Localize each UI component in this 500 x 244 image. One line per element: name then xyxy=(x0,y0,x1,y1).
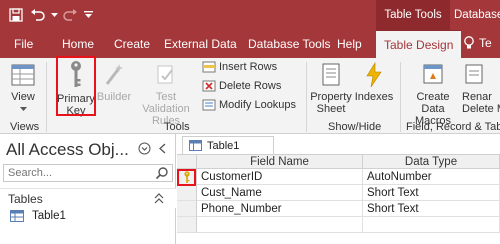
wand-icon xyxy=(105,64,123,85)
field-name-cell[interactable]: Phone_Number xyxy=(197,201,363,217)
group-separator xyxy=(400,62,401,132)
redo-icon[interactable] xyxy=(60,5,80,25)
database-name: Database xyxy=(454,9,500,21)
tab-home[interactable]: Home xyxy=(62,30,94,58)
modify-lookups-button[interactable]: Modify Lookups xyxy=(202,99,296,111)
data-macro-icon xyxy=(423,64,443,84)
group-label-show-hide: Show/Hide xyxy=(328,121,382,133)
tab-external-data[interactable]: External Data xyxy=(164,30,237,58)
rename-macro-icon xyxy=(465,64,483,84)
insert-rows-button[interactable]: Insert Rows xyxy=(202,61,277,73)
group-label-views: Views xyxy=(10,121,40,133)
ribbon-tab-bar: File Home Create External Data Database … xyxy=(0,30,500,58)
tab-help[interactable]: Help xyxy=(337,30,362,58)
row-selector[interactable] xyxy=(177,201,197,217)
chevron-down-icon xyxy=(19,107,27,111)
indexes-button[interactable]: Indexes xyxy=(354,61,394,103)
delete-rows-icon xyxy=(202,80,216,92)
row-selector-header xyxy=(177,155,197,169)
search-icon[interactable] xyxy=(155,166,169,180)
table-design-grid: Field Name Data Type CustomerID AutoNumb… xyxy=(177,154,500,244)
key-icon xyxy=(183,171,190,183)
lightning-icon xyxy=(366,61,382,88)
field-name-cell[interactable] xyxy=(197,217,363,233)
nav-pane-title[interactable]: All Access Obj... xyxy=(6,140,129,160)
nav-item-label: Table1 xyxy=(32,210,66,222)
tell-me-box[interactable]: Te xyxy=(463,36,492,50)
column-header-data-type: Data Type xyxy=(363,155,500,169)
table-icon xyxy=(189,140,202,151)
data-type-cell[interactable]: Short Text xyxy=(363,185,500,201)
nav-search-field[interactable] xyxy=(3,164,173,182)
data-type-cell[interactable] xyxy=(363,217,500,233)
delete-rows-button[interactable]: Delete Rows xyxy=(202,80,281,92)
shutter-bar-icon[interactable] xyxy=(157,142,169,155)
group-separator xyxy=(306,62,307,132)
group-label-field-record-table: Field, Record & Table xyxy=(406,121,500,133)
undo-icon[interactable] xyxy=(28,5,48,25)
chevron-up-icon xyxy=(154,193,164,204)
tell-me-text: Te xyxy=(479,36,492,50)
table-icon xyxy=(10,210,24,222)
view-button[interactable]: View xyxy=(8,62,38,115)
rename-delete-macro-button[interactable]: Renar Delete M xyxy=(462,62,500,115)
field-name-cell[interactable]: CustomerID xyxy=(197,169,363,185)
primary-key-indicator[interactable] xyxy=(177,169,196,186)
document-tab-label: Table1 xyxy=(207,139,240,152)
data-type-cell[interactable]: AutoNumber xyxy=(363,169,500,185)
builder-button[interactable]: Builder xyxy=(96,62,132,103)
validation-icon xyxy=(157,65,173,84)
test-validation-rules-button[interactable]: Test Validation Rules xyxy=(132,62,200,127)
contextual-tab-group-label: Table Tools xyxy=(376,0,450,30)
tab-table-design[interactable]: Table Design xyxy=(376,30,462,58)
undo-dropdown-icon[interactable] xyxy=(50,5,58,25)
nav-menu-chevron-icon[interactable] xyxy=(138,142,151,155)
nav-search-input[interactable] xyxy=(4,165,144,181)
title-bar: Table Tools Database xyxy=(0,0,500,30)
nav-section-label: Tables xyxy=(8,192,43,206)
save-icon[interactable] xyxy=(6,5,26,25)
nav-item-table1[interactable]: Table1 xyxy=(10,210,66,222)
tab-create[interactable]: Create xyxy=(114,30,150,58)
create-data-macros-button[interactable]: Create Data Macros xyxy=(404,62,462,127)
quick-access-toolbar xyxy=(6,5,94,25)
column-header-field-name: Field Name xyxy=(197,155,363,169)
lookups-icon xyxy=(202,99,216,111)
group-label-tools: Tools xyxy=(164,121,190,133)
document-tab-table1[interactable]: Table1 xyxy=(182,136,274,154)
lightbulb-icon xyxy=(464,36,474,49)
field-name-cell[interactable]: Cust_Name xyxy=(197,185,363,201)
navigation-pane: All Access Obj... Tables Table1 xyxy=(0,134,176,244)
tab-file[interactable]: File xyxy=(14,30,33,58)
primary-key-highlight xyxy=(56,56,96,116)
nav-section-tables[interactable]: Tables xyxy=(0,188,176,208)
data-type-cell[interactable]: Short Text xyxy=(363,201,500,217)
insert-rows-icon xyxy=(202,61,216,73)
row-selector[interactable] xyxy=(177,185,197,201)
datasheet-view-icon xyxy=(11,64,35,86)
property-sheet-icon xyxy=(322,63,340,86)
tab-database-tools[interactable]: Database Tools xyxy=(248,30,331,58)
property-sheet-button[interactable]: Property Sheet xyxy=(310,62,352,115)
row-selector[interactable] xyxy=(177,217,197,233)
customize-toolbar-icon[interactable] xyxy=(82,5,94,25)
group-separator xyxy=(46,62,47,132)
